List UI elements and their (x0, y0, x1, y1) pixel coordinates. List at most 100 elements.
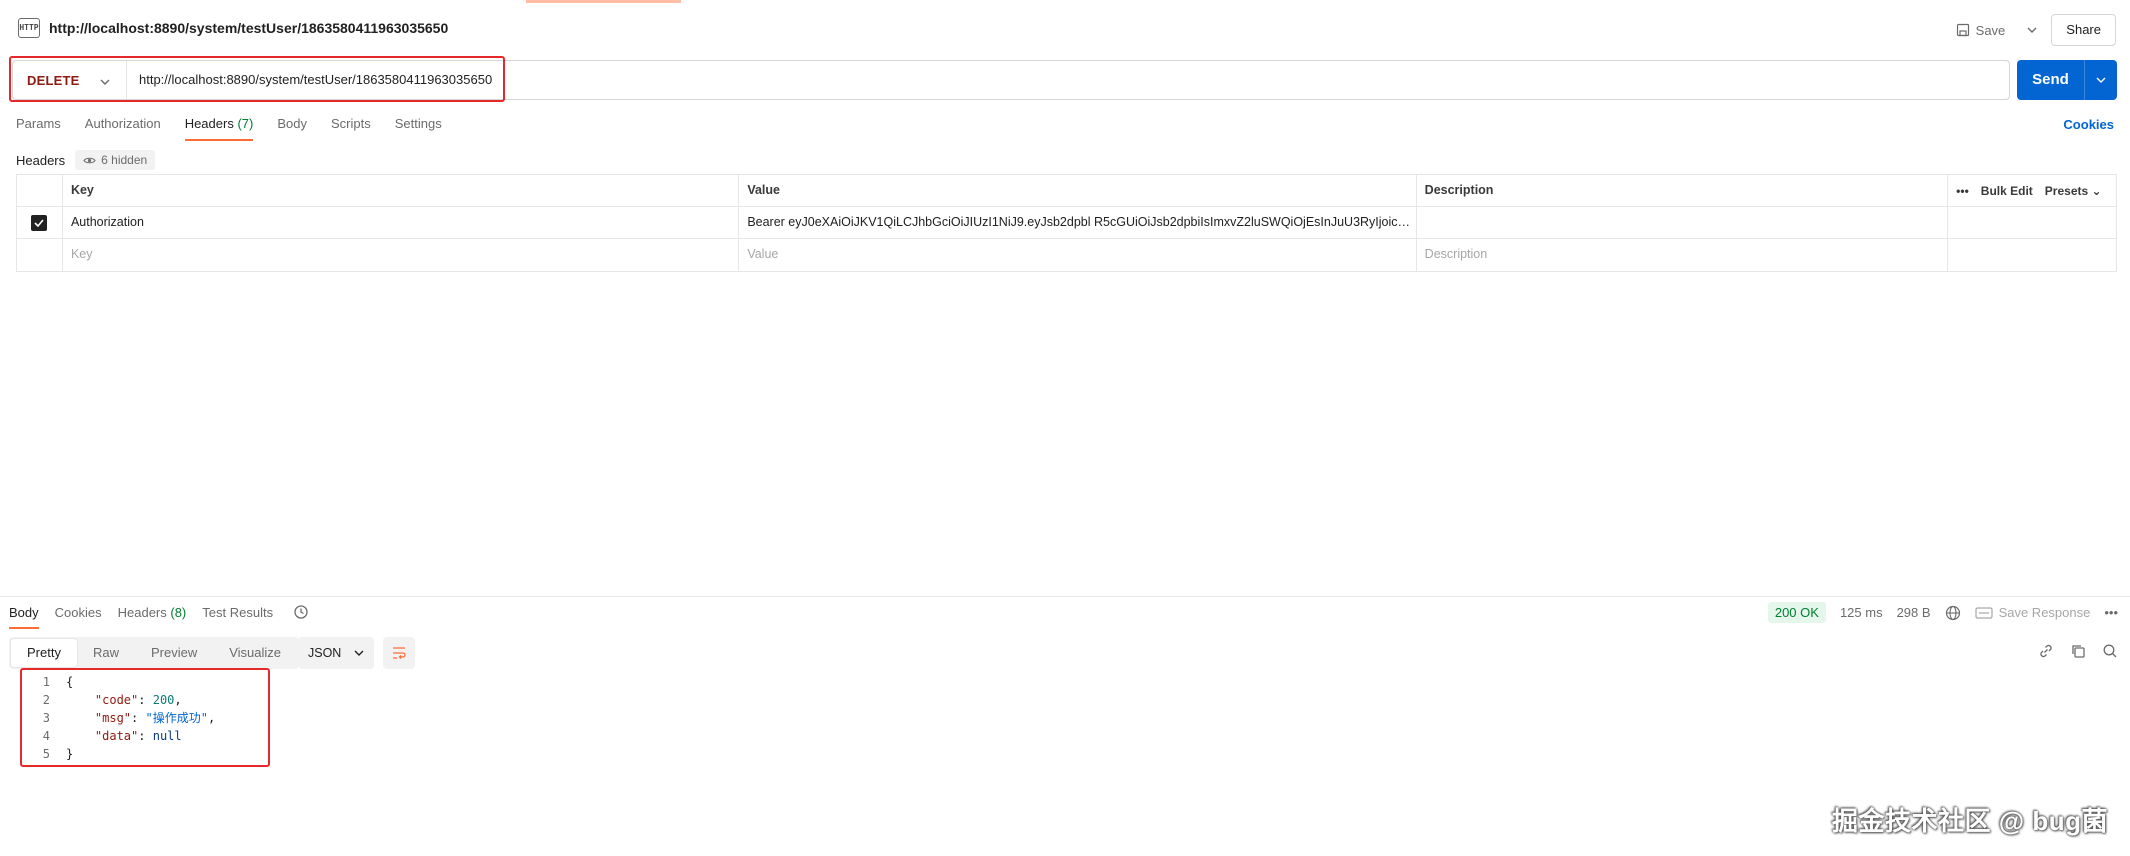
request-title[interactable]: http://localhost:8890/system/testUser/18… (49, 20, 448, 36)
view-mode-raw[interactable]: Raw (77, 639, 135, 667)
status-badge[interactable]: 200 OK (1767, 602, 1826, 623)
header-value-cell[interactable]: Bearer eyJ0eXAiOiJKV1QiLCJhbGciOiJIUzI1N… (739, 207, 1417, 239)
close-brace: } (66, 747, 74, 761)
code-line: 3 "msg": "操作成功", (28, 709, 215, 727)
response-time[interactable]: 125 ms (1840, 605, 1883, 620)
chevron-down-icon (2096, 77, 2106, 83)
format-select[interactable]: JSON (298, 637, 374, 669)
new-description-input[interactable]: Description (1417, 239, 1949, 271)
request-header-bar: HTTP http://localhost:8890/system/testUs… (0, 0, 2130, 56)
view-mode-pretty[interactable]: Pretty (11, 639, 77, 667)
watermark: 掘金技术社区 @ bug菌 (1832, 806, 2108, 836)
bulk-edit-button[interactable]: Bulk Edit (1981, 176, 2033, 207)
tab-headers[interactable]: Headers (7) (184, 116, 253, 141)
tab-params[interactable]: Params (16, 116, 61, 141)
save-response-button[interactable]: Save Response (1974, 605, 2091, 620)
row-tools (1948, 207, 2116, 239)
request-actions: Save Share (1948, 14, 2116, 46)
table-tools: ••• Bulk Edit Presets ⌄ (1948, 175, 2116, 207)
search-icon[interactable] (2102, 643, 2118, 659)
save-options-button[interactable] (2021, 15, 2043, 45)
more-options-icon[interactable]: ••• (2104, 605, 2118, 620)
hidden-headers-toggle[interactable]: 6 hidden (75, 150, 156, 170)
header-check-column (17, 175, 63, 207)
active-tab-indicator (526, 0, 681, 3)
tab-settings[interactable]: Settings (395, 116, 442, 141)
table-row: Authorization Bearer eyJ0eXAiOiJKV1QiLCJ… (17, 207, 2116, 239)
headers-label-row: Headers 6 hidden (16, 150, 156, 170)
copy-icon[interactable] (2070, 643, 2086, 659)
column-header-value: Value (739, 175, 1417, 207)
line-number: 3 (42, 711, 50, 725)
wrap-lines-button[interactable] (383, 637, 415, 669)
line-number: 4 (42, 729, 50, 743)
column-header-key: Key (63, 175, 740, 207)
view-mode-visualize[interactable]: Visualize (213, 639, 297, 667)
tab-authorization[interactable]: Authorization (85, 116, 161, 141)
link-icon[interactable] (2038, 643, 2054, 659)
column-header-description: Description (1417, 175, 1949, 207)
send-button[interactable]: Send (2017, 60, 2117, 100)
new-key-input[interactable]: Key (63, 239, 740, 271)
tab-headers-label: Headers (184, 116, 234, 131)
row-checkbox[interactable] (31, 215, 48, 231)
presets-dropdown[interactable]: Presets ⌄ (2045, 176, 2102, 207)
response-size[interactable]: 298 B (1897, 605, 1931, 620)
chevron-down-icon (100, 73, 110, 88)
empty-check-cell (17, 239, 63, 271)
line-number: 1 (42, 675, 50, 689)
url-input[interactable]: http://localhost:8890/system/testUser/18… (139, 61, 1999, 99)
line-number: 2 (42, 693, 50, 707)
empty-row-tools (1948, 239, 2116, 271)
table-header-row: Key Value Description ••• Bulk Edit Pres… (17, 175, 2116, 207)
resp-tab-test-results[interactable]: Test Results (202, 605, 273, 629)
response-divider[interactable] (0, 596, 2130, 597)
response-tools (2038, 643, 2118, 659)
request-tabs: Params Authorization Headers (7) Body Sc… (16, 116, 466, 141)
check-icon (34, 219, 45, 227)
postman-window: HTTP http://localhost:8890/system/testUs… (0, 0, 2130, 856)
table-row-empty: Key Value Description (17, 239, 2116, 271)
tab-body[interactable]: Body (277, 116, 307, 141)
new-value-input[interactable]: Value (739, 239, 1417, 271)
method-select[interactable]: DELETE (13, 61, 127, 99)
send-options-button[interactable] (2085, 60, 2117, 100)
json-value-data: null (152, 729, 182, 743)
resp-tab-body[interactable]: Body (9, 605, 39, 629)
chevron-down-icon (354, 650, 364, 656)
code-line: 2 "code": 200, (28, 691, 215, 709)
header-key-cell[interactable]: Authorization (63, 207, 740, 239)
wrap-lines-icon (393, 647, 406, 659)
resp-tab-headers-count: (8) (170, 605, 187, 620)
send-label: Send (2017, 60, 2085, 100)
save-response-label: Save Response (1998, 605, 2091, 620)
globe-icon[interactable] (1945, 605, 1961, 621)
json-key-data: "data" (94, 729, 139, 743)
tab-scripts[interactable]: Scripts (331, 116, 371, 141)
response-body-editor[interactable]: 1 { 2 "code": 200, 3 "msg": "操作成功", 4 "d… (28, 673, 215, 763)
presets-label: Presets (2044, 183, 2089, 198)
save-label: Save (1975, 22, 2006, 38)
history-icon[interactable] (293, 604, 309, 623)
eye-icon (83, 157, 96, 163)
open-brace: { (66, 675, 74, 689)
view-mode-preview[interactable]: Preview (135, 639, 213, 667)
more-options-icon[interactable]: ••• (1956, 176, 1969, 207)
response-tabs: Body Cookies Headers (8) Test Results (9, 605, 289, 629)
response-meta: 200 OK 125 ms 298 B Save Response ••• (1767, 602, 2118, 623)
save-icon (1956, 23, 1969, 37)
format-label: JSON (308, 646, 342, 660)
resp-tab-cookies[interactable]: Cookies (55, 605, 102, 629)
cookies-link[interactable]: Cookies (2063, 117, 2114, 132)
code-line: 1 { (28, 673, 215, 691)
share-button[interactable]: Share (2051, 14, 2116, 46)
json-value-code: 200 (152, 693, 175, 707)
row-checkbox-cell (17, 207, 63, 239)
json-key-code: "code" (94, 693, 139, 707)
save-response-icon (1974, 606, 1993, 619)
header-description-cell[interactable] (1417, 207, 1949, 239)
resp-tab-headers[interactable]: Headers (8) (118, 605, 187, 629)
save-button[interactable]: Save (1948, 15, 2014, 45)
resp-tab-headers-label: Headers (117, 605, 167, 620)
line-number: 5 (42, 747, 50, 761)
